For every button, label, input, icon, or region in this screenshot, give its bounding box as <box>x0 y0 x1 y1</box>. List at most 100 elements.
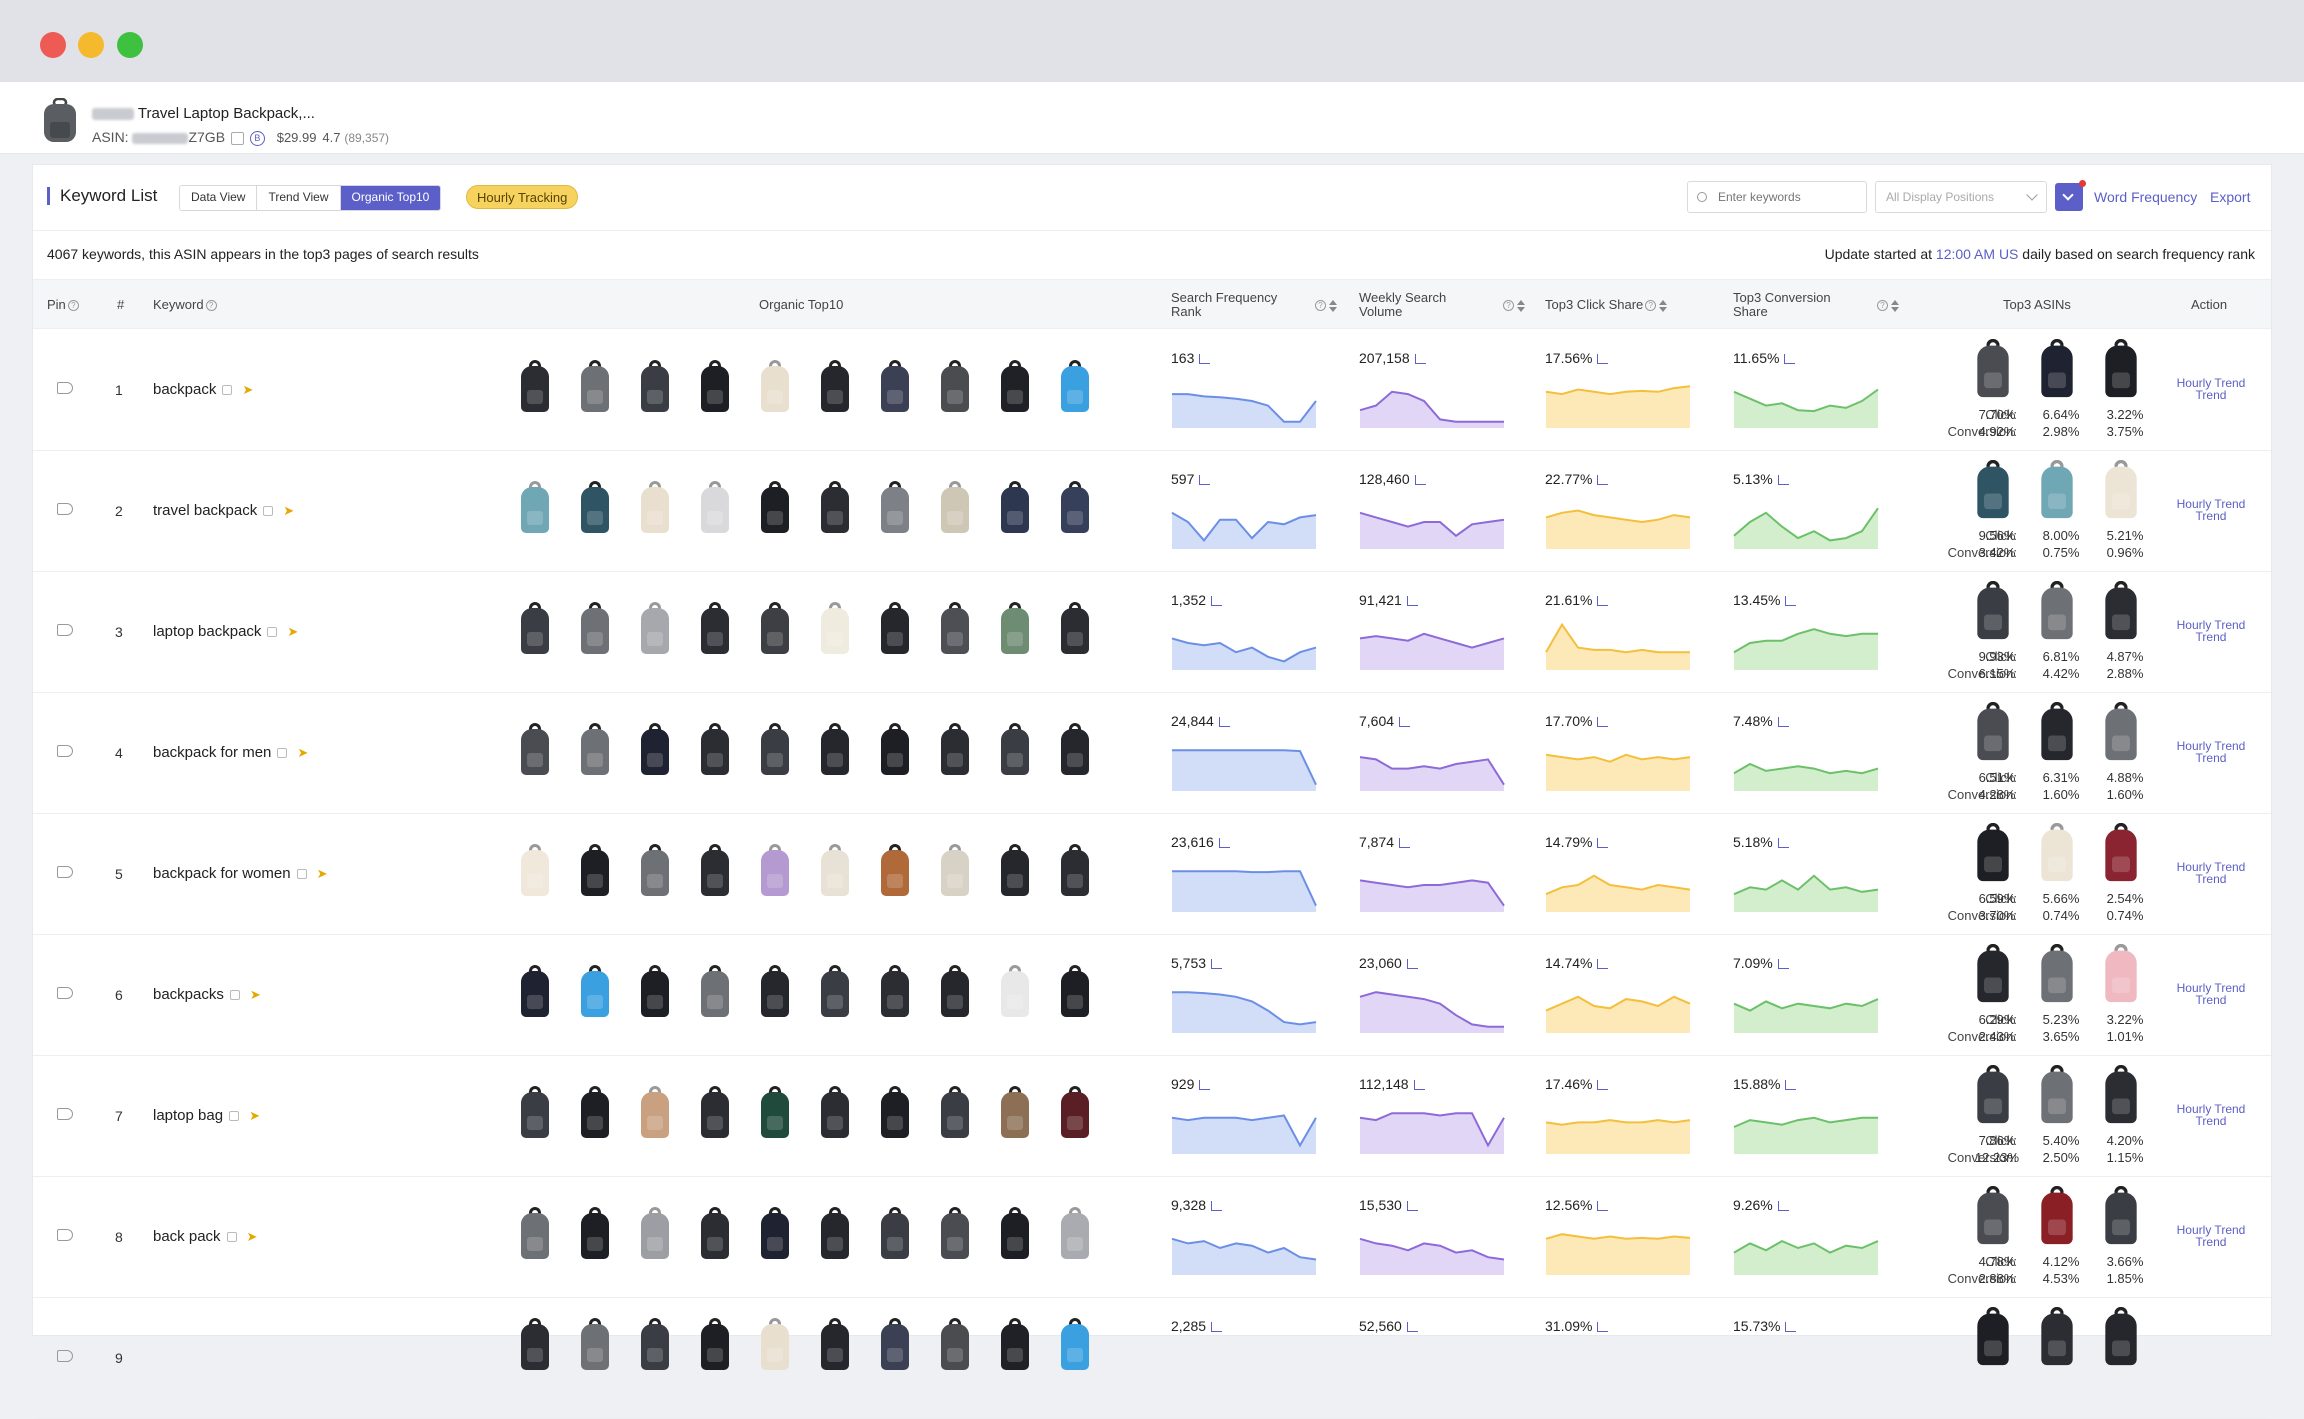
organic-product-thumbnail[interactable] <box>519 1207 551 1259</box>
tab-trend-view[interactable]: Trend View <box>257 186 341 210</box>
word-frequency-link[interactable]: Word Frequency <box>2094 189 2197 205</box>
organic-product-thumbnail[interactable] <box>999 844 1031 896</box>
trend-chart-icon[interactable] <box>1406 596 1418 607</box>
trend-chart-icon[interactable] <box>1597 1322 1609 1333</box>
top3-asin-thumbnail[interactable] <box>2103 701 2139 761</box>
keyword-text[interactable]: laptop bag <box>153 1107 223 1124</box>
pin-tag-icon[interactable] <box>57 1350 73 1362</box>
keyword-text[interactable]: backpack <box>153 381 216 398</box>
organic-product-thumbnail[interactable] <box>879 1207 911 1259</box>
help-icon[interactable]: ? <box>1877 300 1888 312</box>
pin-tag-icon[interactable] <box>57 1229 73 1241</box>
organic-product-thumbnail[interactable] <box>699 1318 731 1370</box>
top3-asin-thumbnail[interactable] <box>1975 943 2011 1003</box>
rocket-icon[interactable]: ➤ <box>249 1108 260 1124</box>
trend-chart-icon[interactable] <box>1777 717 1789 728</box>
organic-product-thumbnail[interactable] <box>879 602 911 654</box>
top3-asin-thumbnail[interactable] <box>2103 459 2139 519</box>
top3-asin-thumbnail[interactable] <box>1975 338 2011 398</box>
organic-product-thumbnail[interactable] <box>939 844 971 896</box>
trend-chart-icon[interactable] <box>1211 1322 1223 1333</box>
organic-product-thumbnail[interactable] <box>1059 965 1091 1017</box>
top3-asin-thumbnail[interactable] <box>2039 822 2075 882</box>
pin-tag-icon[interactable] <box>57 382 73 394</box>
organic-product-thumbnail[interactable] <box>579 965 611 1017</box>
copy-icon[interactable] <box>263 506 274 517</box>
rocket-icon[interactable]: ➤ <box>247 1229 258 1245</box>
organic-product-thumbnail[interactable] <box>939 1318 971 1370</box>
minimize-window-button[interactable] <box>78 32 104 58</box>
organic-product-thumbnail[interactable] <box>519 1086 551 1138</box>
top3-asin-thumbnail[interactable] <box>2039 1064 2075 1124</box>
organic-product-thumbnail[interactable] <box>579 844 611 896</box>
display-positions-select[interactable]: All Display Positions <box>1875 181 2047 213</box>
trend-chart-icon[interactable] <box>1218 717 1230 728</box>
help-icon[interactable]: ? <box>67 300 79 312</box>
top3-asin-thumbnail[interactable] <box>1975 459 2011 519</box>
rocket-icon[interactable]: ➤ <box>287 624 298 640</box>
organic-product-thumbnail[interactable] <box>579 1086 611 1138</box>
col-top3-conversion-share[interactable]: Top3 Conversion Share <box>1733 291 1853 319</box>
trend-chart-icon[interactable] <box>1785 1322 1797 1333</box>
organic-product-thumbnail[interactable] <box>579 1318 611 1370</box>
organic-product-thumbnail[interactable] <box>999 602 1031 654</box>
trend-chart-icon[interactable] <box>1597 354 1609 365</box>
top3-asin-thumbnail[interactable] <box>2039 701 2075 761</box>
organic-product-thumbnail[interactable] <box>939 602 971 654</box>
trend-chart-icon[interactable] <box>1399 717 1411 728</box>
trend-chart-icon[interactable] <box>1406 959 1418 970</box>
hourly-trend-link[interactable]: Hourly Trend Trend <box>2171 377 2251 401</box>
organic-product-thumbnail[interactable] <box>999 481 1031 533</box>
keyword-search-input[interactable] <box>1687 181 1867 213</box>
top3-asin-thumbnail[interactable] <box>2039 338 2075 398</box>
col-search-frequency-rank[interactable]: Search Frequency Rank <box>1171 291 1291 319</box>
organic-product-thumbnail[interactable] <box>879 844 911 896</box>
top3-asin-thumbnail[interactable] <box>1975 822 2011 882</box>
organic-product-thumbnail[interactable] <box>519 602 551 654</box>
trend-chart-icon[interactable] <box>1406 1201 1418 1212</box>
organic-product-thumbnail[interactable] <box>939 360 971 412</box>
organic-product-thumbnail[interactable] <box>999 723 1031 775</box>
maximize-window-button[interactable] <box>117 32 143 58</box>
organic-product-thumbnail[interactable] <box>519 844 551 896</box>
trend-chart-icon[interactable] <box>1597 717 1609 728</box>
hourly-trend-link[interactable]: Hourly Trend Trend <box>2171 861 2251 885</box>
organic-product-thumbnail[interactable] <box>939 1207 971 1259</box>
export-link[interactable]: Export <box>2210 189 2250 205</box>
organic-product-thumbnail[interactable] <box>939 723 971 775</box>
organic-product-thumbnail[interactable] <box>519 723 551 775</box>
organic-product-thumbnail[interactable] <box>999 1207 1031 1259</box>
organic-product-thumbnail[interactable] <box>639 723 671 775</box>
organic-product-thumbnail[interactable] <box>1059 1318 1091 1370</box>
organic-product-thumbnail[interactable] <box>759 1318 791 1370</box>
organic-product-thumbnail[interactable] <box>639 602 671 654</box>
rocket-icon[interactable]: ➤ <box>242 382 253 398</box>
pin-tag-icon[interactable] <box>57 503 73 515</box>
sort-icon[interactable] <box>1329 299 1337 313</box>
trend-chart-icon[interactable] <box>1597 838 1609 849</box>
trend-chart-icon[interactable] <box>1199 1080 1211 1091</box>
top3-asin-thumbnail[interactable] <box>1975 1185 2011 1245</box>
rocket-icon[interactable]: ➤ <box>297 745 308 761</box>
top3-asin-thumbnail[interactable] <box>1975 580 2011 640</box>
organic-product-thumbnail[interactable] <box>639 1207 671 1259</box>
col-weekly-search-volume[interactable]: Weekly Search Volume <box>1359 291 1469 319</box>
organic-product-thumbnail[interactable] <box>759 1086 791 1138</box>
organic-product-thumbnail[interactable] <box>699 1086 731 1138</box>
keyword-text[interactable]: backpacks <box>153 986 224 1003</box>
organic-product-thumbnail[interactable] <box>879 965 911 1017</box>
organic-product-thumbnail[interactable] <box>819 602 851 654</box>
organic-product-thumbnail[interactable] <box>879 723 911 775</box>
copy-icon[interactable] <box>230 131 244 145</box>
trend-chart-icon[interactable] <box>1211 959 1223 970</box>
organic-product-thumbnail[interactable] <box>519 481 551 533</box>
hourly-tracking-button[interactable]: Hourly Tracking <box>466 185 579 209</box>
top3-asin-thumbnail[interactable] <box>2039 580 2075 640</box>
pin-tag-icon[interactable] <box>57 1108 73 1120</box>
trend-chart-icon[interactable] <box>1777 1201 1789 1212</box>
rocket-icon[interactable]: ➤ <box>283 503 294 519</box>
top3-asin-thumbnail[interactable] <box>2103 1306 2139 1366</box>
help-icon[interactable]: ? <box>1645 300 1657 312</box>
top3-asin-thumbnail[interactable] <box>2039 943 2075 1003</box>
organic-product-thumbnail[interactable] <box>639 965 671 1017</box>
